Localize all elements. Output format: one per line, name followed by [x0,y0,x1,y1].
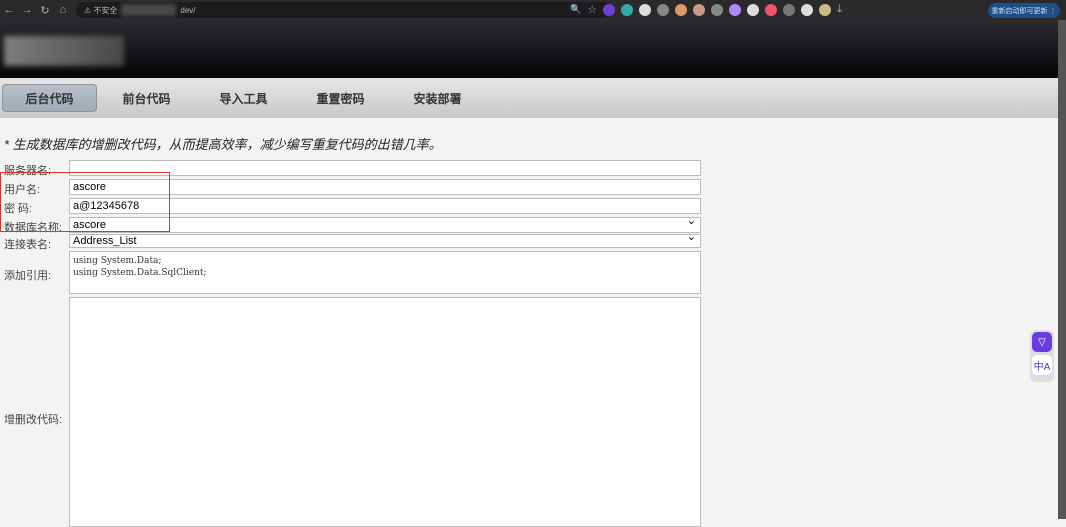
extensions: 🔍 ☆ ⤓ [570,3,842,16]
extension-icon[interactable] [711,3,724,16]
browser-toolbar: ← → ↻ ⌂ ⚠ 不安全 dev/ 🔍 ☆ ⤓ 重新启动即可更新 ⋮ [0,0,1066,20]
using-textarea[interactable]: using System.Data; using System.Data.Sql… [69,251,701,294]
url-text: dev/ [180,5,196,15]
tab-install-deploy[interactable]: 安装部署 [390,84,485,112]
tab-import-tool[interactable]: 导入工具 [196,84,291,112]
extension-icon[interactable] [603,3,616,16]
highlight-box [0,172,170,232]
update-label: 重新启动即可更新 [991,7,1048,15]
address-bar[interactable]: ⚠ 不安全 dev/ [76,2,611,18]
security-warning: 不安全 [93,5,118,15]
extension-icon[interactable] [675,3,688,16]
main-nav: 后台代码 前台代码 导入工具 重置密码 安装部署 [0,78,1058,118]
extension-icon[interactable] [693,3,706,16]
back-icon[interactable]: ← [0,4,18,16]
translate-icon[interactable]: 中A [1032,355,1052,375]
table-value: Address_List [73,235,137,247]
tab-reset-password[interactable]: 重置密码 [293,84,388,112]
tab-backend-code[interactable]: 后台代码 [2,84,97,112]
table-select[interactable]: Address_List [69,231,701,248]
code-textarea[interactable] [69,297,701,527]
download-icon[interactable]: ⤓ [837,3,842,16]
logo [4,36,124,66]
tab-frontend-code[interactable]: 前台代码 [99,84,194,112]
extension-icon[interactable] [747,3,760,16]
extension-icon[interactable] [801,3,814,16]
assistant-icon[interactable]: ▽ [1032,332,1052,352]
extension-icon[interactable] [783,3,796,16]
zoom-icon[interactable]: 🔍 [570,4,581,15]
star-icon[interactable]: ☆ [587,3,597,16]
translate-glyph: 中A [1033,361,1051,373]
extension-icon[interactable] [639,3,652,16]
update-button[interactable]: 重新启动即可更新 ⋮ [988,3,1060,18]
extension-icon[interactable] [621,3,634,16]
code-label: 增删改代码: [4,414,63,426]
site-header [0,20,1058,78]
extension-icon[interactable] [819,3,832,16]
floating-sidebar: ▽ 中A [1030,330,1054,382]
forward-icon[interactable]: → [18,4,36,16]
table-label: 连接表名: [4,239,52,251]
extension-icon[interactable] [729,3,742,16]
extension-icon[interactable] [765,3,778,16]
using-label: 添加引用: [4,270,52,282]
description-text: * 生成数据库的增删改代码，从而提高效率，减少编写重复代码的出错几率。 [4,137,442,152]
home-icon[interactable]: ⌂ [54,4,72,16]
reload-icon[interactable]: ↻ [36,4,54,17]
extension-icon[interactable] [657,3,670,16]
scrollbar[interactable] [1058,20,1066,519]
